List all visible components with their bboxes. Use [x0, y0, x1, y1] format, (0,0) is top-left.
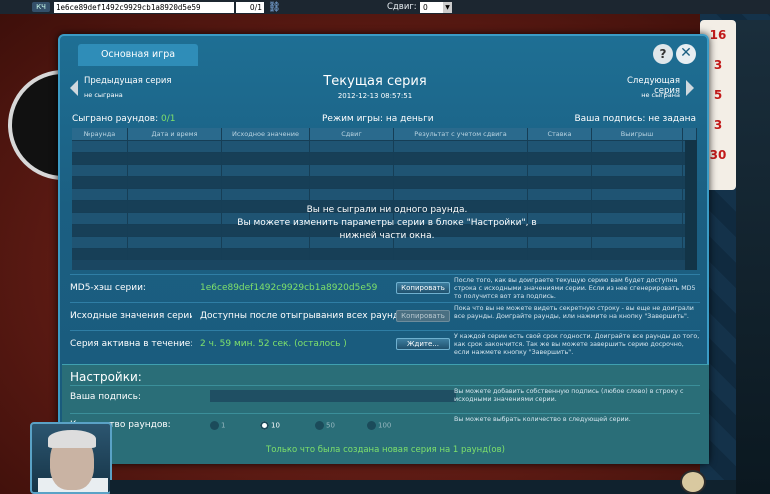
signature-input[interactable]	[210, 390, 456, 402]
column-header[interactable]: №раунда	[72, 128, 128, 140]
shift-select[interactable]: 0 ▼	[420, 1, 452, 13]
column-header[interactable]: Результат с учетом сдвига	[394, 128, 528, 140]
next-series-status: не сыграна	[641, 91, 680, 99]
table-row	[72, 176, 697, 188]
played-rounds: Сыграно раундов: 0/1	[72, 114, 175, 124]
shift-label: Сдвиг:	[387, 2, 417, 12]
rounds-radio-50[interactable]: 50	[315, 421, 335, 430]
close-button[interactable]: ✕	[676, 44, 696, 64]
rounds-table: №раунда Дата и время Исходное значение С…	[72, 128, 697, 270]
table-header: №раунда Дата и время Исходное значение С…	[72, 128, 697, 140]
played-value: 0/1	[160, 114, 176, 124]
copy-initial-button[interactable]: Копировать	[396, 310, 450, 322]
md5-label: MD5-хэш серии:	[70, 283, 146, 293]
prev-series-title[interactable]: Предыдущая серия	[84, 76, 171, 86]
column-header[interactable]: Ставка	[528, 128, 592, 140]
column-header[interactable]: Исходное значение	[222, 128, 310, 140]
settings-panel: Настройки: Ваша подпись: Вы можете добав…	[62, 364, 709, 464]
rounds-count-row: Количество раундов: 1 10 50 100 Вы может…	[70, 413, 700, 441]
signature-description: Вы можете добавить собственную подпись (…	[454, 388, 684, 403]
rounds-radio-10[interactable]: 10	[260, 421, 280, 430]
md5-value: 1e6ce89def1492c9929cb1a8920d5e59	[200, 283, 378, 293]
active-row: Серия активна в течение: 2 ч. 59 мин. 52…	[70, 330, 700, 358]
top-bar: КЧ 1e6ce89def1492c9929cb1a8920d5e59 0/1 …	[0, 0, 770, 14]
tab-main-game[interactable]: Основная игра	[78, 44, 198, 66]
initial-values-row: Исходные значения серии: Доступны после …	[70, 302, 700, 330]
rounds-description: Вы можете выбрать количество в следующей…	[454, 416, 631, 423]
ks-badge: КЧ	[32, 2, 50, 12]
copy-md5-button[interactable]: Копировать	[396, 282, 450, 294]
active-label: Серия активна в течение:	[70, 339, 192, 349]
table-row	[72, 152, 697, 164]
md5-description: После того, как вы доиграете текущую сер…	[454, 277, 696, 300]
signature-status: Ваша подпись: не задана	[574, 114, 696, 124]
signature-row: Ваша подпись: Вы можете добавить собстве…	[70, 385, 700, 413]
table-scrollbar[interactable]	[685, 140, 697, 270]
game-mode: Режим игры: на деньги	[322, 114, 434, 124]
settings-title: Настройки:	[70, 370, 142, 384]
active-description: У каждой серии есть свой срок годности. …	[454, 333, 700, 356]
help-button[interactable]: ?	[653, 44, 673, 64]
current-series-title: Текущая серия	[323, 74, 427, 89]
prev-series-status: не сыграна	[84, 91, 123, 99]
rounds-radio-1[interactable]: 1	[210, 421, 225, 430]
empty-table-message: Вы не сыграли ни одного раунда. Вы может…	[237, 205, 537, 241]
table-row	[72, 164, 697, 176]
shift-value: 0	[423, 2, 428, 12]
md5-row: MD5-хэш серии: 1e6ce89def1492c9929cb1a89…	[70, 274, 700, 302]
stats-row: Сыграно раундов: 0/1 Режим игры: на день…	[72, 114, 696, 126]
played-label: Сыграно раундов:	[72, 114, 159, 124]
status-message: Только что была создана новая серия на 1…	[266, 445, 505, 455]
signature-label: Ваша подпись:	[70, 392, 141, 402]
wait-button[interactable]: Ждите...	[396, 338, 450, 350]
prev-arrow-icon[interactable]	[70, 80, 78, 96]
bottom-bar	[110, 480, 736, 494]
hash-field[interactable]: 1e6ce89def1492c9929cb1a8920d5e59	[54, 1, 234, 13]
chevron-down-icon[interactable]: ▼	[443, 1, 452, 13]
series-dialog: Основная игра ? ✕ Предыдущая серия не сы…	[58, 34, 709, 464]
active-timer: 2 ч. 59 мин. 52 сек. (осталось )	[200, 339, 347, 349]
link-icon[interactable]: ⛓	[268, 2, 281, 13]
column-header[interactable]: Дата и время	[128, 128, 222, 140]
rounds-radio-100[interactable]: 100	[367, 421, 391, 430]
column-header[interactable]: Сдвиг	[310, 128, 394, 140]
initial-values-description: Пока что вы не можете видеть секретную с…	[454, 305, 694, 320]
player-avatar[interactable]	[30, 422, 112, 494]
table-row	[72, 140, 697, 152]
column-header[interactable]: Выигрыш	[592, 128, 683, 140]
table-row	[72, 188, 697, 200]
initial-values-label: Исходные значения серии:	[70, 311, 192, 321]
table-row	[72, 248, 697, 260]
current-series-date: 2012-12-13 08:57:51	[337, 92, 413, 100]
initial-values-value: Доступны после отыгрывания всех раундов	[200, 311, 396, 321]
right-panel	[736, 20, 770, 494]
chip-icon[interactable]	[680, 470, 706, 494]
next-arrow-icon[interactable]	[686, 80, 694, 96]
round-count: 0/1	[236, 1, 264, 13]
